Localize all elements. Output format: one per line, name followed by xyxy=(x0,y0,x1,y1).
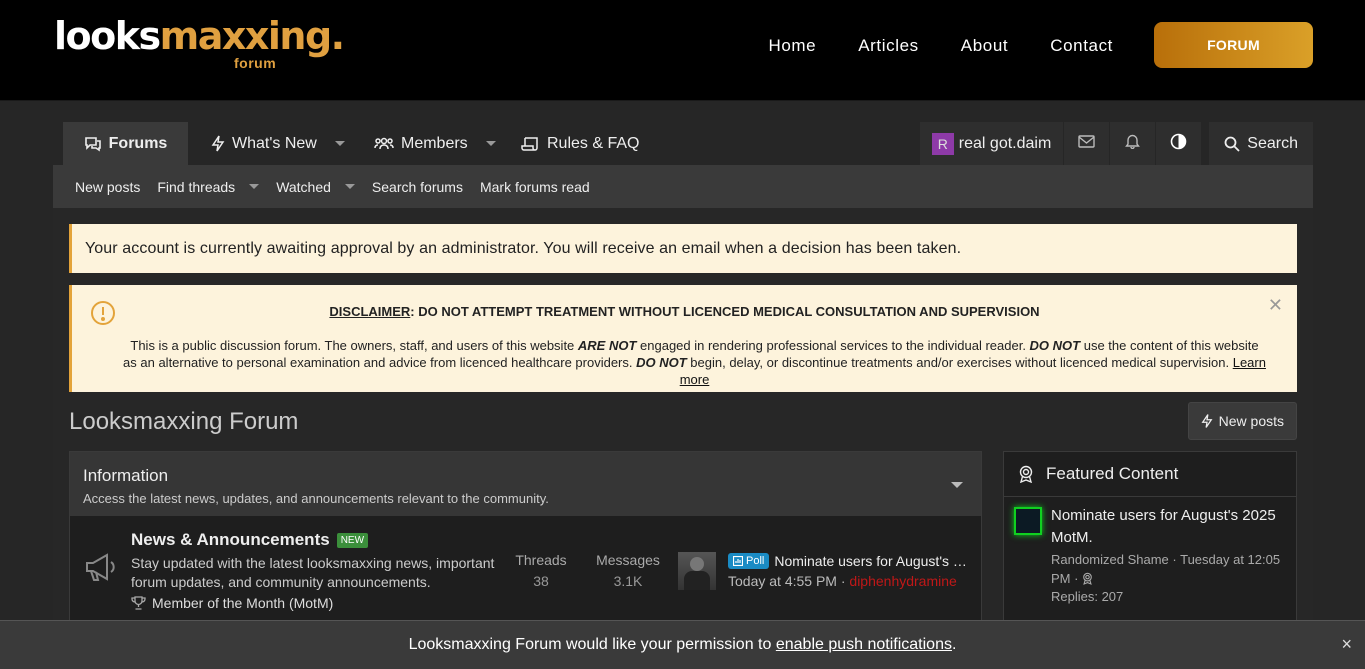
scroll-icon xyxy=(521,136,540,152)
chevron-down-icon[interactable] xyxy=(249,184,260,189)
forum-button[interactable]: FORUM xyxy=(1154,22,1313,68)
threads-stat: Threads 38 xyxy=(513,552,569,589)
featured-avatar[interactable] xyxy=(1014,507,1042,535)
last-post-title[interactable]: Poll Nominate users for August's 2025 Mo… xyxy=(728,553,968,569)
users-icon xyxy=(374,136,394,151)
chevron-down-icon[interactable] xyxy=(334,141,345,146)
tab-whats-new-label: What's New xyxy=(232,134,317,152)
featured-replies: Replies: 207 xyxy=(1051,589,1124,604)
trophy-icon xyxy=(131,596,146,610)
category-description: Access the latest news, updates, and ann… xyxy=(83,491,549,506)
search-button[interactable]: Search xyxy=(1209,122,1313,165)
subforum-label: Member of the Month (MotM) xyxy=(152,595,334,611)
chevron-down-icon[interactable] xyxy=(485,141,496,146)
last-post-meta: Today at 4:55 PM · diphenhydramine xyxy=(728,573,957,589)
search-label: Search xyxy=(1247,134,1298,152)
logo-wordmark: looksmaxxing. xyxy=(54,14,345,58)
tab-rules-faq-label: Rules & FAQ xyxy=(547,134,640,152)
contrast-icon xyxy=(1170,133,1187,155)
tab-forums[interactable]: Forums xyxy=(63,122,188,165)
close-icon[interactable]: × xyxy=(1341,634,1352,655)
threads-label: Threads xyxy=(515,552,567,568)
sub-nav: New posts Find threads Watched Search fo… xyxy=(53,165,1313,208)
featured-item-title[interactable]: Nominate users for August's 2025 MotM. xyxy=(1051,505,1286,549)
messages-stat: Messages 3.1K xyxy=(593,552,663,589)
category-title[interactable]: Information xyxy=(83,466,968,486)
main-content: Your account is currently awaiting appro… xyxy=(53,208,1313,669)
inbox-button[interactable] xyxy=(1063,122,1110,165)
site-nav: Home Articles About Contact xyxy=(726,36,1113,56)
site-nav-home[interactable]: Home xyxy=(768,36,816,56)
last-post-user[interactable]: diphenhydramine xyxy=(849,573,956,589)
bell-icon xyxy=(1125,133,1141,154)
new-posts-button-label: New posts xyxy=(1218,413,1284,429)
subnav-watched[interactable]: Watched xyxy=(276,179,355,195)
featured-header[interactable]: Featured Content xyxy=(1004,452,1296,497)
subnav-watched-label: Watched xyxy=(276,178,331,195)
disclaimer-notice: ✕ DISCLAIMER: DO NOT ATTEMPT TREATMENT W… xyxy=(69,285,1297,392)
approval-notice: Your account is currently awaiting appro… xyxy=(69,224,1297,273)
search-icon xyxy=(1224,136,1240,152)
featured-item: Nominate users for August's 2025 MotM. R… xyxy=(1004,497,1296,604)
site-nav-about[interactable]: About xyxy=(961,36,1008,56)
site-header: looksmaxxing. forum Home Articles About … xyxy=(0,0,1365,101)
envelope-icon xyxy=(1078,134,1095,153)
tab-members[interactable]: Members xyxy=(374,122,496,165)
disclaimer-body: This is a public discussion forum. The o… xyxy=(123,338,1266,387)
push-notification-bar: Looksmaxxing Forum would like your permi… xyxy=(0,620,1365,669)
subnav-find-threads[interactable]: Find threads xyxy=(157,178,260,195)
last-post: Poll Nominate users for August's 2025 Mo… xyxy=(728,553,968,589)
last-post-time[interactable]: Today at 4:55 PM xyxy=(728,573,837,589)
tab-rules-faq[interactable]: Rules & FAQ xyxy=(521,122,639,165)
featured-item-meta: Randomized Shame · Tuesday at 12:05 PM · xyxy=(1051,552,1281,586)
push-text: Looksmaxxing Forum would like your permi… xyxy=(408,636,957,653)
last-poster-avatar[interactable] xyxy=(678,552,716,590)
subforum-link[interactable]: Member of the Month (MotM) xyxy=(131,595,333,611)
node-description: Stay updated with the latest looksmaxxin… xyxy=(131,555,495,590)
site-nav-articles[interactable]: Articles xyxy=(858,36,919,56)
forum-nav: Forums What's New Members Rules & FAQ R … xyxy=(53,121,1313,165)
username: real got.daim xyxy=(958,134,1052,152)
site-logo[interactable]: looksmaxxing. forum xyxy=(54,14,345,71)
new-badge: NEW xyxy=(336,532,369,548)
megaphone-icon xyxy=(84,552,118,587)
subnav-find-threads-label: Find threads xyxy=(157,178,236,195)
tab-forums-label: Forums xyxy=(108,134,168,152)
tab-whats-new[interactable]: What's New xyxy=(211,122,345,165)
bolt-icon xyxy=(211,135,225,152)
subnav-mark-read[interactable]: Mark forums read xyxy=(480,179,590,195)
messages-label: Messages xyxy=(596,552,660,568)
category-header[interactable]: Information Access the latest news, upda… xyxy=(70,452,981,516)
page-title: Looksmaxxing Forum xyxy=(69,408,299,435)
bolt-icon xyxy=(1201,413,1213,429)
disclaimer-heading: DISCLAIMER: DO NOT ATTEMPT TREATMENT WIT… xyxy=(329,304,1040,319)
subnav-new-posts[interactable]: New posts xyxy=(75,179,140,195)
account-menu[interactable]: R real got.daim xyxy=(919,122,1064,165)
site-nav-contact[interactable]: Contact xyxy=(1050,36,1113,56)
new-posts-button[interactable]: New posts xyxy=(1187,402,1297,440)
tab-members-label: Members xyxy=(401,134,468,152)
forum-node: News & Announcements NEW Stay updated wit… xyxy=(70,516,981,626)
chevron-down-icon[interactable] xyxy=(951,482,963,488)
messages-value: 3.1K xyxy=(613,573,643,589)
chevron-down-icon[interactable] xyxy=(344,184,355,189)
subnav-search-forums[interactable]: Search forums xyxy=(372,179,463,195)
award-icon xyxy=(1082,572,1093,585)
alerts-button[interactable] xyxy=(1109,122,1156,165)
featured-title: Featured Content xyxy=(1046,464,1179,483)
theme-toggle-button[interactable] xyxy=(1155,122,1202,165)
poll-badge: Poll xyxy=(728,553,770,569)
node-title[interactable]: News & Announcements NEW xyxy=(131,530,369,550)
logo-subtitle: forum xyxy=(234,55,277,71)
award-icon xyxy=(1018,465,1034,483)
enable-push-link[interactable]: enable push notifications xyxy=(776,636,952,653)
avatar: R xyxy=(931,132,954,155)
user-nav: R real got.daim Search xyxy=(919,122,1313,165)
chat-bubbles-icon xyxy=(84,136,102,152)
threads-value: 38 xyxy=(533,573,549,589)
